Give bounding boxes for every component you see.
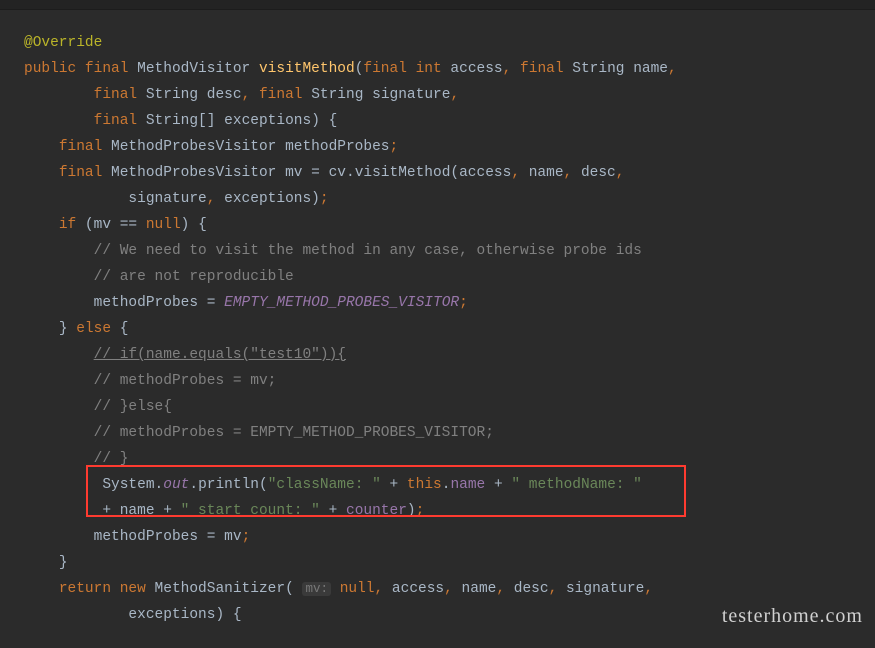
- code-line: // methodProbes = EMPTY_METHOD_PROBES_VI…: [24, 420, 875, 446]
- comment: // We need to visit the method in any ca…: [94, 243, 642, 259]
- watermark: testerhome.com: [722, 603, 863, 629]
- code-line: System.out.println("className: " + this.…: [24, 472, 875, 498]
- comment: // are not reproducible: [94, 269, 294, 285]
- code-line: final MethodProbesVisitor mv = cv.visitM…: [24, 160, 875, 186]
- code-line: final String desc, final String signatur…: [24, 82, 875, 108]
- string-literal: " start count: ": [181, 503, 320, 519]
- code-line: // are not reproducible: [24, 264, 875, 290]
- code-editor[interactable]: @Override public final MethodVisitor vis…: [0, 10, 875, 648]
- code-line: + name + " start count: " + counter);: [24, 498, 875, 524]
- code-line: // }: [24, 446, 875, 472]
- field-out: out: [163, 477, 189, 493]
- constant-empty-visitor: EMPTY_METHOD_PROBES_VISITOR: [224, 295, 459, 311]
- string-literal: " methodName: ": [511, 477, 642, 493]
- field-counter: counter: [346, 503, 407, 519]
- code-line: }: [24, 550, 875, 576]
- comment: // }: [94, 451, 129, 467]
- code-line: signature, exceptions);: [24, 186, 875, 212]
- code-line: return new MethodSanitizer( mv: null, ac…: [24, 576, 875, 602]
- code-line: } else {: [24, 316, 875, 342]
- comment: // methodProbes = EMPTY_METHOD_PROBES_VI…: [94, 425, 494, 441]
- comment: // }else{: [94, 399, 172, 415]
- code-line: // if(name.equals("test10")){: [24, 342, 875, 368]
- window-chrome: [0, 0, 875, 10]
- comment: // methodProbes = mv;: [94, 373, 277, 389]
- code-line: methodProbes = EMPTY_METHOD_PROBES_VISIT…: [24, 290, 875, 316]
- code-line: // methodProbes = mv;: [24, 368, 875, 394]
- code-line: final String[] exceptions) {: [24, 108, 875, 134]
- code-line: methodProbes = mv;: [24, 524, 875, 550]
- code-line: @Override: [24, 30, 875, 56]
- code-line: public final MethodVisitor visitMethod(f…: [24, 56, 875, 82]
- annotation-override: @Override: [24, 35, 102, 51]
- parameter-hint: mv:: [302, 582, 331, 596]
- code-line: if (mv == null) {: [24, 212, 875, 238]
- method-decl-visitMethod: visitMethod: [259, 61, 355, 77]
- comment: // if(name.equals("test10")){: [94, 347, 346, 363]
- code-line: final MethodProbesVisitor methodProbes;: [24, 134, 875, 160]
- code-line: // We need to visit the method in any ca…: [24, 238, 875, 264]
- code-line: // }else{: [24, 394, 875, 420]
- string-literal: "className: ": [268, 477, 381, 493]
